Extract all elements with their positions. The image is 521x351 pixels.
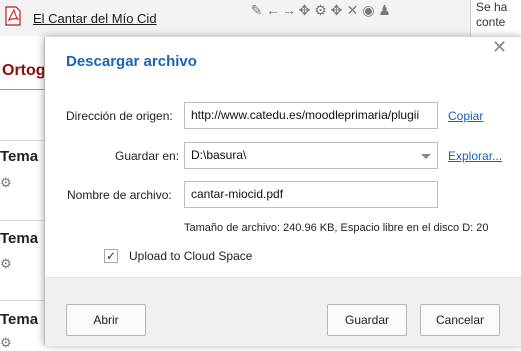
tema-heading[interactable]: Tema — [0, 148, 38, 165]
gear-icon[interactable]: ⚙ — [314, 2, 327, 19]
right-panel: Se ha conte — [470, 0, 521, 40]
upload-label[interactable]: Upload to Cloud Space — [129, 249, 252, 263]
check-icon: ✓ — [105, 249, 117, 263]
divider — [0, 220, 45, 221]
gear-icon[interactable]: ⚙ — [0, 175, 12, 191]
edit-toolbar: ✎ ← → ✥ ⚙ ✥ ✕ ◉ ♟ — [250, 2, 391, 19]
pdf-icon — [5, 6, 21, 26]
eye-icon[interactable]: ◉ — [362, 2, 375, 19]
tema-heading[interactable]: Tema — [0, 311, 38, 328]
divider — [0, 300, 45, 301]
save-in-select[interactable]: D:\basura\ — [184, 142, 438, 169]
gear-icon[interactable]: ⚙ — [0, 256, 12, 272]
right-panel-text: Se ha conte — [476, 0, 507, 30]
save-in-label: Guardar en: — [115, 149, 180, 163]
filename-field[interactable]: cantar-miocid.pdf — [184, 181, 438, 208]
chevron-down-icon — [421, 154, 431, 159]
download-dialog: Descargar archivo ✕ Dirección de origen:… — [44, 37, 521, 346]
source-url-field[interactable]: http://www.catedu.es/moodleprimaria/plug… — [184, 102, 438, 129]
browse-link[interactable]: Explorar... — [448, 149, 502, 163]
move-icon[interactable]: ✥ — [298, 2, 311, 19]
copy-link[interactable]: Copiar — [448, 109, 483, 123]
move-icon[interactable]: ✥ — [330, 2, 343, 19]
divider — [0, 140, 45, 141]
close-icon[interactable]: ✕ — [492, 37, 507, 58]
tema-heading[interactable]: Tema — [0, 230, 38, 247]
right-panel-line: conte — [476, 15, 506, 29]
section-divider — [0, 89, 45, 90]
dialog-title: Descargar archivo — [66, 53, 197, 70]
gear-icon[interactable]: ⚙ — [0, 335, 12, 351]
section-title: Ortog — [2, 62, 46, 79]
person-icon[interactable]: ♟ — [378, 2, 391, 19]
upload-checkbox[interactable]: ✓ — [104, 249, 118, 263]
file-info-text: Tamaño de archivo: 240.96 KB, Espacio li… — [184, 222, 489, 234]
arrow-right-icon[interactable]: → — [282, 2, 296, 19]
cancel-button[interactable]: Cancelar — [420, 304, 500, 336]
save-button[interactable]: Guardar — [327, 304, 407, 336]
filename-label: Nombre de archivo: — [67, 188, 172, 202]
delete-icon[interactable]: ✕ — [346, 2, 359, 19]
source-label: Dirección de origen: — [66, 109, 173, 123]
save-in-value: D:\basura\ — [191, 148, 247, 162]
dialog-footer: Abrir Guardar Cancelar — [45, 277, 521, 346]
arrow-left-icon[interactable]: ← — [266, 2, 280, 19]
open-button[interactable]: Abrir — [66, 304, 146, 336]
right-panel-line: Se ha — [476, 0, 508, 14]
pencil-icon[interactable]: ✎ — [250, 2, 263, 19]
file-link[interactable]: El Cantar del Mío Cid — [33, 11, 157, 26]
